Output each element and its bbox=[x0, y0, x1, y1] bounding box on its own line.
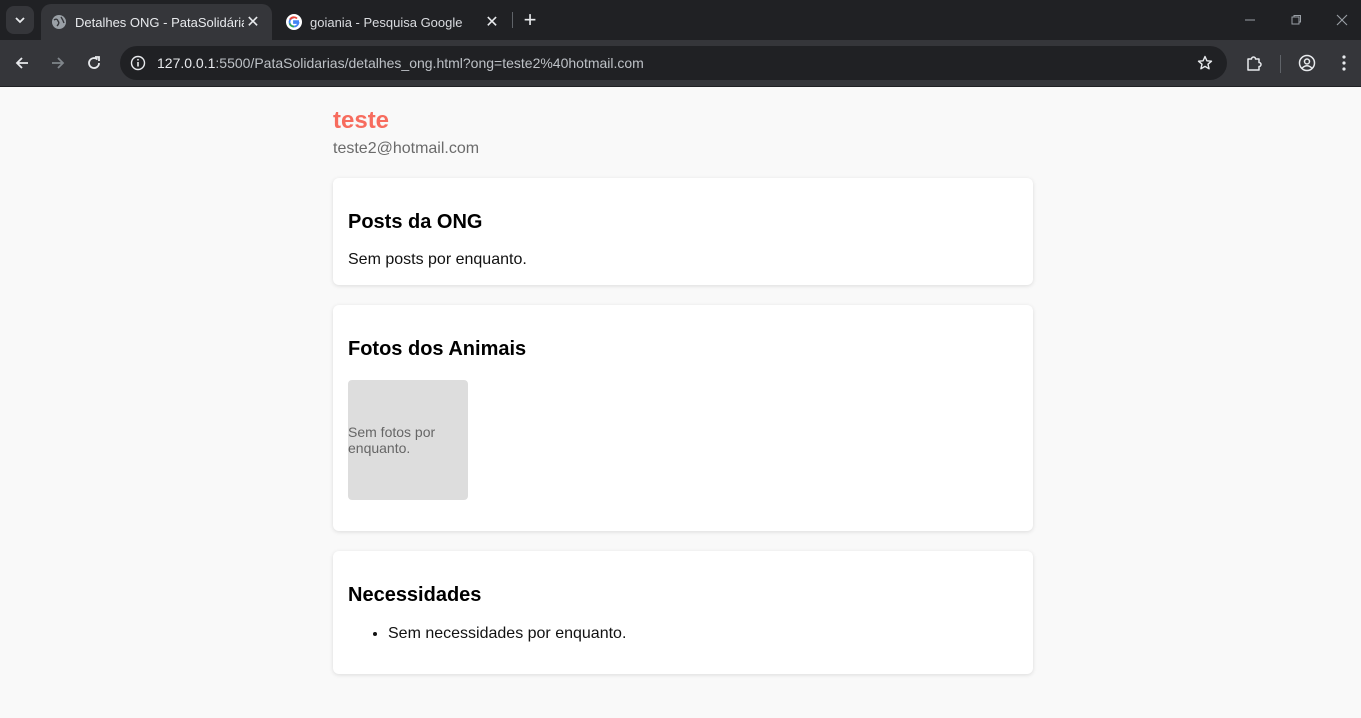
account-circle-icon bbox=[1298, 54, 1316, 72]
url-text[interactable]: 127.0.0.1:5500/PataSolidarias/detalhes_o… bbox=[157, 55, 644, 71]
profile-button[interactable] bbox=[1292, 48, 1322, 78]
tab-title: Detalhes ONG - PataSolidárias bbox=[75, 14, 244, 30]
new-tab-button[interactable]: + bbox=[518, 8, 542, 32]
posts-title: Posts da ONG bbox=[348, 211, 483, 233]
plus-icon: + bbox=[523, 7, 537, 32]
page-content: teste teste2@hotmail.com Posts da ONG Se… bbox=[0, 87, 1361, 718]
minimize-icon bbox=[1245, 19, 1255, 21]
tab-search-button[interactable] bbox=[6, 6, 34, 34]
tab-goiania-search[interactable]: goiania - Pesquisa Google ✕ bbox=[276, 4, 511, 40]
url-host: 127.0.0.1 bbox=[157, 55, 216, 71]
reload-icon bbox=[88, 56, 100, 69]
photos-empty-message: Sem fotos por enquanto. bbox=[348, 424, 436, 456]
chevron-down-icon bbox=[15, 17, 25, 24]
needs-list: Sem necessidades por enquanto. bbox=[388, 625, 626, 643]
photo-placeholder: Sem fotos por enquanto. bbox=[348, 380, 468, 500]
tab-title: goiania - Pesquisa Google bbox=[310, 14, 463, 30]
needs-list-item: Sem necessidades por enquanto. bbox=[388, 625, 626, 643]
restore-button[interactable] bbox=[1273, 0, 1319, 40]
tab-strip: Detalhes ONG - PataSolidárias ✕ goiania … bbox=[0, 0, 1361, 40]
reload-button[interactable] bbox=[79, 48, 109, 78]
minimize-button[interactable] bbox=[1227, 0, 1273, 40]
arrow-left-icon bbox=[15, 57, 28, 69]
kebab-menu-icon bbox=[1342, 55, 1346, 71]
browser-menu-button[interactable] bbox=[1329, 48, 1359, 78]
site-info-icon[interactable] bbox=[121, 46, 155, 80]
needs-title: Necessidades bbox=[348, 584, 482, 606]
window-close-button[interactable] bbox=[1319, 0, 1361, 40]
close-icon bbox=[1336, 14, 1348, 26]
address-bar[interactable]: 127.0.0.1:5500/PataSolidarias/detalhes_o… bbox=[120, 46, 1227, 80]
needs-section: Necessidades Sem necessidades por enquan… bbox=[333, 551, 1033, 674]
restore-icon bbox=[1291, 15, 1301, 25]
forward-button[interactable] bbox=[43, 48, 73, 78]
toolbar-separator bbox=[1280, 55, 1281, 73]
close-icon[interactable]: ✕ bbox=[244, 13, 262, 31]
tab-detalhes-ong[interactable]: Detalhes ONG - PataSolidárias ✕ bbox=[41, 4, 272, 40]
bookmark-star-icon[interactable] bbox=[1195, 53, 1215, 73]
extensions-button[interactable] bbox=[1239, 48, 1269, 78]
puzzle-icon bbox=[1247, 56, 1262, 71]
google-icon bbox=[286, 14, 302, 30]
back-button[interactable] bbox=[7, 48, 37, 78]
globe-icon bbox=[51, 14, 67, 30]
ong-name: teste bbox=[333, 107, 390, 134]
posts-section: Posts da ONG Sem posts por enquanto. bbox=[333, 178, 1033, 285]
posts-empty-message: Sem posts por enquanto. bbox=[348, 251, 527, 268]
url-path: :5500/PataSolidarias/detalhes_ong.html?o… bbox=[215, 55, 644, 71]
close-icon[interactable]: ✕ bbox=[483, 13, 501, 31]
photos-title: Fotos dos Animais bbox=[348, 338, 527, 360]
browser-toolbar: 127.0.0.1:5500/PataSolidarias/detalhes_o… bbox=[0, 40, 1361, 87]
arrow-right-icon bbox=[52, 57, 65, 69]
ong-email: teste2@hotmail.com bbox=[333, 140, 480, 157]
tab-separator bbox=[512, 12, 513, 28]
photos-section: Fotos dos Animais Sem fotos por enquanto… bbox=[333, 305, 1033, 531]
